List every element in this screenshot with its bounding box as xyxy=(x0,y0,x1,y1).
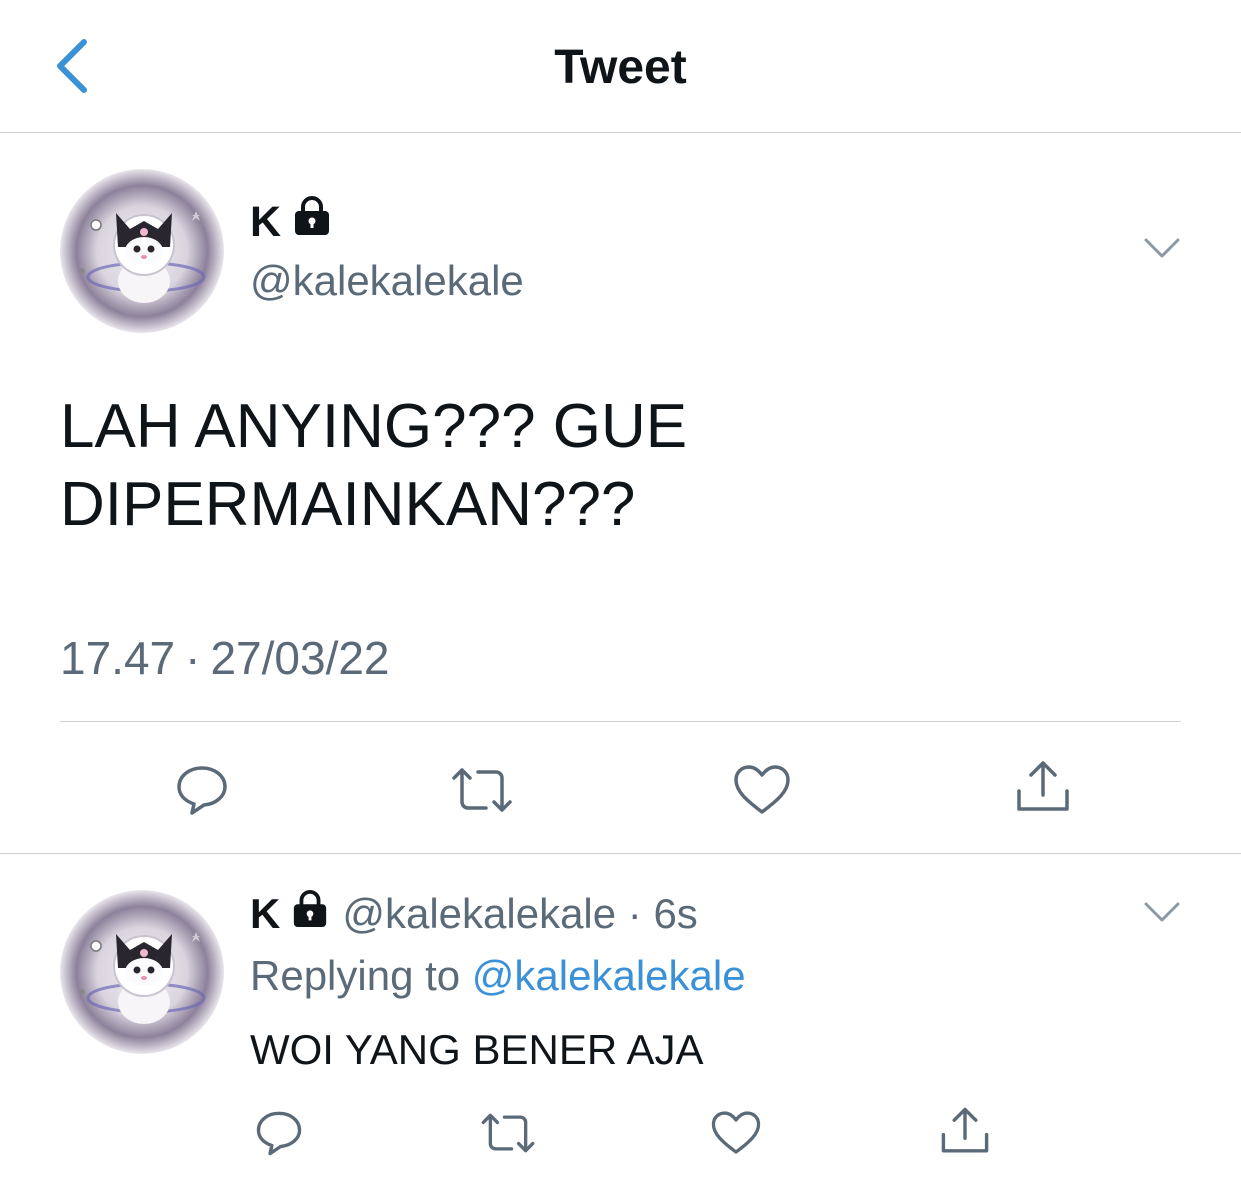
tweet-text-line: DIPERMAINKAN??? xyxy=(60,470,636,539)
heart-icon xyxy=(711,1111,761,1154)
replying-to-link[interactable]: @kalekalekale xyxy=(472,952,746,999)
retweet-icon xyxy=(452,768,512,812)
chevron-down-icon xyxy=(1144,238,1180,258)
heart-icon xyxy=(734,765,790,814)
chevron-down-icon xyxy=(1144,902,1180,922)
more-options-button[interactable] xyxy=(1141,232,1183,267)
tweet-date: 27/03/22 xyxy=(210,632,390,684)
avatar[interactable] xyxy=(60,890,224,1054)
tweet-text: LAH ANYING??? GUE DIPERMAINKAN??? xyxy=(60,388,1180,544)
reply-text: WOI YANG BENER AJA xyxy=(250,1026,704,1073)
display-name[interactable]: K xyxy=(250,196,281,248)
share-button[interactable] xyxy=(1013,757,1073,822)
like-button[interactable] xyxy=(710,1108,762,1163)
retweet-button[interactable] xyxy=(448,762,516,823)
tweet-time: 17.47 xyxy=(60,632,176,684)
share-icon xyxy=(1017,761,1069,811)
retweet-button[interactable] xyxy=(478,1108,538,1163)
meta-separator: · xyxy=(616,890,654,937)
retweet-icon xyxy=(481,1113,535,1153)
meta-separator: · xyxy=(185,632,201,684)
divider xyxy=(0,853,1241,854)
author-name-row[interactable]: K xyxy=(250,196,333,248)
like-button[interactable] xyxy=(732,762,792,823)
replying-to: Replying to @kalekalekale xyxy=(250,950,746,1002)
reply-header: K @kalekalekale · 6s xyxy=(250,888,698,940)
author-handle[interactable]: @kalekalekale xyxy=(342,888,616,940)
avatar-image xyxy=(60,169,224,333)
replying-label: Replying to xyxy=(250,952,472,999)
avatar-image xyxy=(60,890,224,1054)
more-options-button[interactable] xyxy=(1141,896,1183,931)
reply-time: 6s xyxy=(653,890,698,937)
tweet-text-line: LAH ANYING??? GUE xyxy=(60,392,688,461)
display-name[interactable]: K xyxy=(250,888,280,940)
tweet-timestamp: 17.47 · 27/03/22 xyxy=(60,630,390,686)
share-icon xyxy=(941,1107,989,1153)
lock-icon xyxy=(290,888,330,940)
reply-button[interactable] xyxy=(254,1108,304,1163)
divider xyxy=(60,721,1181,722)
comment-icon xyxy=(256,1111,302,1156)
lock-icon xyxy=(291,196,333,248)
avatar[interactable] xyxy=(60,169,224,333)
page-title: Tweet xyxy=(554,41,687,94)
author-handle[interactable]: @kalekalekale xyxy=(250,255,524,307)
comment-icon xyxy=(177,766,227,815)
reply-button[interactable] xyxy=(174,762,230,823)
share-button[interactable] xyxy=(938,1104,992,1163)
